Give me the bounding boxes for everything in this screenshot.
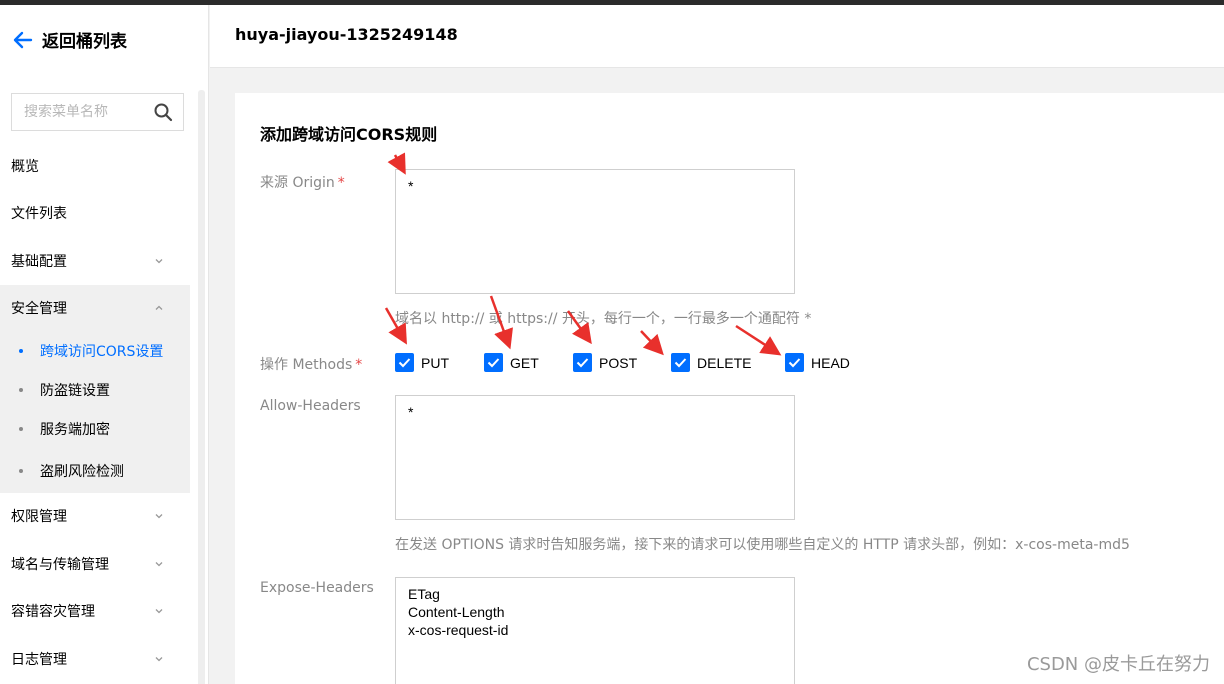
required-mark: * [337,175,345,191]
method-checkbox-delete[interactable]: DELETE [671,353,751,372]
page-header: huya-jiayou-1325249148 [210,5,1224,68]
sidebar-item-label: 容错容灾管理 [11,604,95,621]
checkbox-checked-icon [671,353,690,372]
origin-label: 来源 Origin * [260,172,345,192]
sidebar-subitem-label: 跨域访问CORS设置 [40,344,164,360]
sidebar-item-permissions[interactable]: 权限管理 [0,493,190,541]
method-checkbox-get[interactable]: GET [484,353,539,372]
chevron-down-icon [155,258,163,264]
chevron-up-icon [155,305,163,310]
sidebar-subitem-cors[interactable]: 跨域访问CORS设置 [0,332,190,371]
sidebar-subitem-label: 服务端加密 [40,422,110,438]
sidebar-item-domain-transfer[interactable]: 域名与传输管理 [0,540,190,588]
sidebar-group-security: 安全管理 跨域访问CORS设置 防盗链设置 服务端加密 盗刷风险检测 [0,284,190,493]
method-checkbox-head[interactable]: HEAD [785,353,850,372]
origin-textarea[interactable]: * [395,169,795,294]
sidebar-item-file-list[interactable]: 文件列表 [0,190,190,238]
method-label: DELETE [697,354,752,371]
sidebar-item-overview[interactable]: 概览 [0,142,190,190]
bullet-icon [19,388,23,392]
bullet-icon [19,349,23,353]
method-label: HEAD [811,354,850,371]
bullet-icon [19,468,23,473]
sidebar-item-label: 基础配置 [11,253,67,270]
search-input[interactable] [24,104,148,120]
cors-rule-form: 添加跨域访问CORS规则 来源 Origin * * 域名以 http:// 或 … [235,93,1224,684]
sidebar-subitem-risk-detection[interactable]: 盗刷风险检测 [0,449,190,493]
sidebar-item-label: 权限管理 [11,509,67,526]
origin-hint: 域名以 http:// 或 https:// 开头，每行一个，一行最多一个通配符… [395,311,812,327]
method-label: POST [599,354,638,371]
chevron-down-icon [155,514,163,519]
bullet-icon [19,427,23,431]
sidebar-item-label: 日志管理 [11,651,67,668]
search-icon[interactable] [153,102,173,122]
sidebar-item-logs[interactable]: 日志管理 [0,635,190,683]
sidebar-item-label: 安全管理 [11,301,67,317]
back-label: 返回桶列表 [42,32,127,52]
sidebar-subitem-label: 防盗链设置 [40,383,110,399]
sidebar: 返回桶列表 概览 文件列表 基础配置 安全管理 跨域访问CORS设置 [0,5,209,684]
chevron-down-icon [155,561,163,567]
form-title: 添加跨域访问CORS规则 [260,125,438,144]
method-label: GET [510,354,539,371]
checkbox-checked-icon [573,353,592,372]
menu-search [11,93,184,131]
allow-headers-textarea[interactable]: * [395,395,795,520]
sidebar-menu: 概览 文件列表 基础配置 安全管理 跨域访问CORS设置 防盗链设置 服务端加密 [0,142,190,683]
allow-headers-label: Allow-Headers [260,398,361,414]
checkbox-checked-icon [395,353,414,372]
method-label: PUT [421,354,449,371]
sidebar-item-label: 文件列表 [11,206,67,223]
checkbox-checked-icon [785,353,804,372]
watermark: CSDN @皮卡丘在努力 [1026,654,1210,675]
sidebar-item-basic-config[interactable]: 基础配置 [0,237,190,285]
back-to-bucket-list[interactable]: 返回桶列表 [12,27,127,52]
sidebar-subitem-encryption[interactable]: 服务端加密 [0,410,190,449]
method-checkbox-post[interactable]: POST [573,353,637,372]
chevron-down-icon [155,656,163,662]
arrow-left-icon [13,31,33,48]
method-checkbox-put[interactable]: PUT [395,353,449,372]
chevron-down-icon [155,609,163,614]
bucket-title: huya-jiayou-1325249148 [235,25,458,44]
sidebar-item-security[interactable]: 安全管理 [0,285,190,332]
methods-label-text: 操作 Methods [260,357,353,373]
expose-headers-label: Expose-Headers [260,580,374,596]
sidebar-item-label: 域名与传输管理 [11,556,109,573]
sidebar-item-disaster-recovery[interactable]: 容错容灾管理 [0,588,190,636]
methods-label: 操作 Methods * [260,354,362,374]
allow-headers-hint: 在发送 OPTIONS 请求时告知服务端，接下来的请求可以使用哪些自定义的 HT… [395,537,1130,553]
expose-headers-textarea[interactable]: ETag Content-Length x-cos-request-id [395,577,795,684]
origin-label-text: 来源 Origin [260,175,335,191]
checkbox-checked-icon [484,353,503,372]
sidebar-subitem-hotlink[interactable]: 防盗链设置 [0,371,190,410]
sidebar-scrollbar[interactable] [198,90,205,684]
sidebar-subitem-label: 盗刷风险检测 [40,463,124,480]
required-mark: * [355,357,363,373]
sidebar-item-label: 概览 [11,158,39,175]
